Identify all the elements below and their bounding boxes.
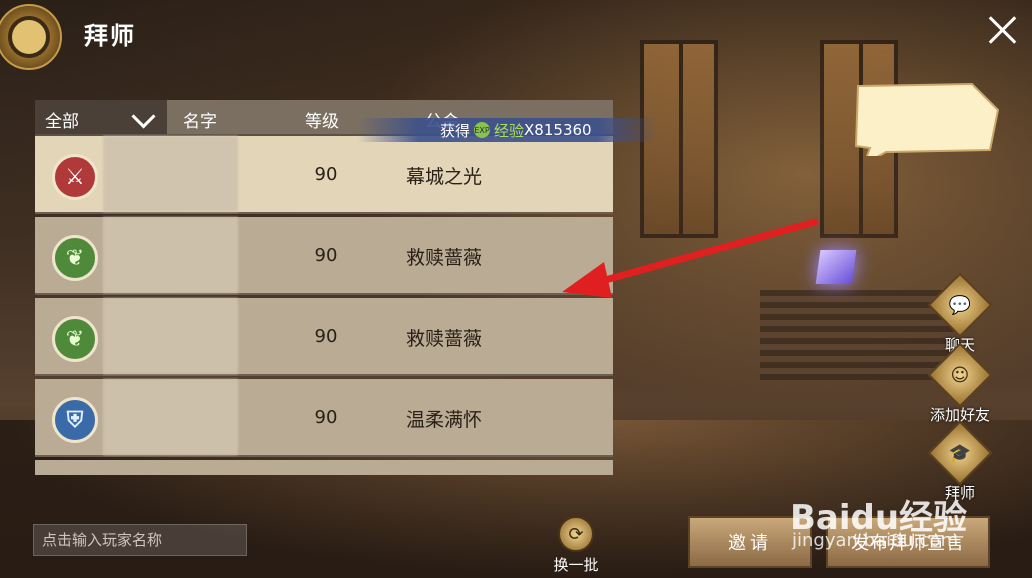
blurred-player-name xyxy=(103,136,238,212)
blurred-player-name xyxy=(103,217,238,293)
column-header-level: 等级 xyxy=(305,112,339,132)
mentor-emblem-icon xyxy=(0,4,62,70)
add-friend-icon: ☺ xyxy=(950,364,970,386)
leaf-class-icon: ❦ xyxy=(52,316,98,362)
table-row[interactable]: ❦ 90 救赎蔷薇 xyxy=(35,298,613,376)
exp-get-label: 获得 xyxy=(440,121,471,140)
refresh-label: 换一批 xyxy=(553,556,599,574)
blurred-player-name xyxy=(103,379,238,455)
mentor-cap-icon: 🎓 xyxy=(948,442,972,464)
purple-crystal-icon xyxy=(815,250,857,284)
table-row[interactable] xyxy=(35,460,613,475)
player-level: 90 xyxy=(314,326,338,347)
blurred-player-name xyxy=(103,298,238,374)
column-header-name: 名字 xyxy=(183,112,217,132)
exp-reward-banner: 获得 EXP 经验 X815360 xyxy=(358,118,658,142)
page-title: 拜师 xyxy=(84,22,136,50)
add-friend-button[interactable]: ☺ 添加好友 xyxy=(922,342,998,425)
speech-bubble xyxy=(854,82,1000,156)
exp-badge-icon: EXP xyxy=(474,122,491,138)
table-row[interactable]: ⚔ 90 幕城之光 xyxy=(35,136,613,214)
chevron-down-icon xyxy=(131,104,156,129)
refresh-icon: ⟳ xyxy=(568,523,584,545)
player-guild: 救赎蔷薇 xyxy=(405,328,482,350)
filter-label: 全部 xyxy=(45,112,79,132)
player-level: 90 xyxy=(314,407,338,428)
player-list-panel: 全部 名字 等级 公会 ⚔ 90 幕城之光 ❦ 90 救赎蔷薇 ❦ 90 救赎蔷… xyxy=(35,100,613,475)
player-guild: 幕城之光 xyxy=(405,166,482,188)
player-level: 90 xyxy=(314,164,338,185)
table-row[interactable]: ❦ 90 救赎蔷薇 xyxy=(35,217,613,295)
player-search-input[interactable] xyxy=(33,524,247,556)
player-guild: 温柔满怀 xyxy=(405,409,482,431)
table-row[interactable]: ⛨ 90 温柔满怀 xyxy=(35,379,613,457)
player-level: 90 xyxy=(314,245,338,266)
leaf-class-icon: ❦ xyxy=(52,235,98,281)
chat-bubble-icon: 💬 xyxy=(948,294,972,316)
refresh-batch-button[interactable]: ⟳ 换一批 xyxy=(546,516,606,575)
player-rows: ⚔ 90 幕城之光 ❦ 90 救赎蔷薇 ❦ 90 救赎蔷薇 ⛨ 90 温柔满怀 xyxy=(35,136,613,475)
exp-name: 经验 xyxy=(494,121,525,140)
sword-class-icon: ⚔ xyxy=(52,154,98,200)
baidu-watermark-url: jingyan.baidu.com xyxy=(792,530,959,551)
player-guild: 救赎蔷薇 xyxy=(405,247,482,269)
shield-class-icon: ⛨ xyxy=(52,397,98,443)
close-icon[interactable] xyxy=(986,14,1018,46)
filter-dropdown[interactable]: 全部 xyxy=(35,100,167,134)
exp-amount: X815360 xyxy=(524,121,592,139)
